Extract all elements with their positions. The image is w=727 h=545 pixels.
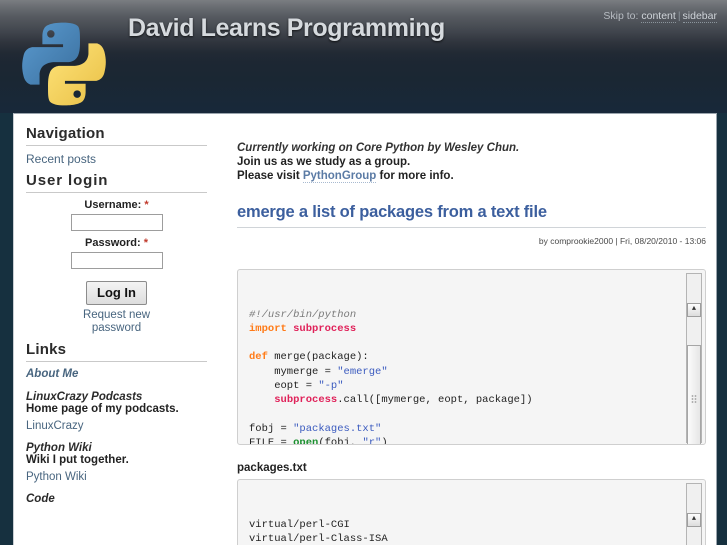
password-input[interactable] [70,252,163,269]
login-form: Username: * Password: * Log In Request n… [26,199,207,335]
scrollbar-thumb[interactable] [687,345,701,444]
link-group-url[interactable]: LinuxCrazy [26,420,84,432]
mission-line-1: Currently working on Core Python by Wesl… [237,142,520,154]
page-body: Navigation Recent posts User login Usern… [13,113,717,545]
block-links: Links About Me LinuxCrazy Podcasts Home … [26,341,207,505]
site-header: David Learns Programming Skip to: conten… [0,0,727,113]
sidebar-item-recent-posts[interactable]: Recent posts [26,152,207,166]
block-user-login: User login Username: * Password: * Log I… [26,172,207,335]
link-group-name: Python Wiki [26,441,92,454]
link-group-python-wiki: Python Wiki Wiki I put together. Python … [26,442,207,485]
links-heading: Links [26,341,207,362]
password-label: Password: * [26,237,207,249]
node-title[interactable]: emerge a list of packages from a text fi… [237,203,706,222]
python-group-link[interactable]: PythonGroup [302,170,377,183]
link-about-me[interactable]: About Me [26,368,207,381]
link-group-code: Code [26,493,207,506]
link-group-linuxcrazy: LinuxCrazy Podcasts Home page of my podc… [26,391,207,434]
page-title: David Learns Programming [128,14,445,42]
link-group-desc: Home page of my podcasts. [26,403,179,415]
login-button[interactable]: Log In [86,281,147,305]
link-group-desc: Wiki I put together. [26,454,129,466]
username-label: Username: * [26,199,207,211]
main-content: Currently working on Core Python by Wesl… [219,114,716,545]
submitted-byline: by comprookie2000 | Fri, 08/20/2010 - 13… [538,236,706,246]
link-group-name: LinuxCrazy Podcasts [26,390,143,403]
scroll-up-icon[interactable]: ▲ [687,512,701,527]
code-block-packages: virtual/perl-CGI virtual/perl-Class-ISA … [237,479,706,545]
python-logo [17,17,111,111]
skip-to-label: Skip to: [603,10,639,22]
mission-line-3: Please visit PythonGroup for more info. [237,169,706,183]
skip-to-sidebar-link[interactable]: sidebar [682,10,717,23]
scroll-up-icon[interactable]: ▲ [687,302,701,317]
code-block-python: #!/usr/bin/python import subprocess def … [237,269,706,445]
code-block-python-text: #!/usr/bin/python import subprocess def … [249,308,533,445]
file-label-packages: packages.txt [237,462,307,474]
mission-line-3-pre: Please visit [237,170,303,182]
navigation-heading: Navigation [26,125,207,146]
skip-to-content-link[interactable]: content [641,10,676,23]
block-navigation: Navigation Recent posts [26,125,207,166]
code-block-packages-text: virtual/perl-CGI virtual/perl-Class-ISA … [249,518,388,545]
skip-to-links: Skip to: content | sidebar [603,10,717,23]
link-group-url[interactable]: Python Wiki [26,471,87,483]
username-label-text: Username: [84,199,142,211]
link-group-name: Code [26,492,55,505]
code-scrollbar[interactable]: ▲ ▲ ▼ [686,273,702,444]
scrollbar-grip-icon [691,394,697,404]
request-new-password-link[interactable]: Request new password [78,309,156,335]
password-required-mark: * [143,237,148,249]
skip-separator: | [677,10,681,22]
username-input[interactable] [70,214,163,231]
mission-line-2: Join us as we study as a group. [237,156,411,168]
sidebar: Navigation Recent posts User login Usern… [14,114,219,545]
user-login-heading: User login [26,172,207,193]
mission-statement: Currently working on Core Python by Wesl… [237,141,706,183]
username-required-mark: * [144,199,149,211]
packages-scrollbar[interactable]: ▲ [686,483,702,545]
password-label-text: Password: [85,237,141,249]
mission-line-3-post: for more info. [376,170,454,182]
submitted-row: by comprookie2000 | Fri, 08/20/2010 - 13… [237,227,706,249]
